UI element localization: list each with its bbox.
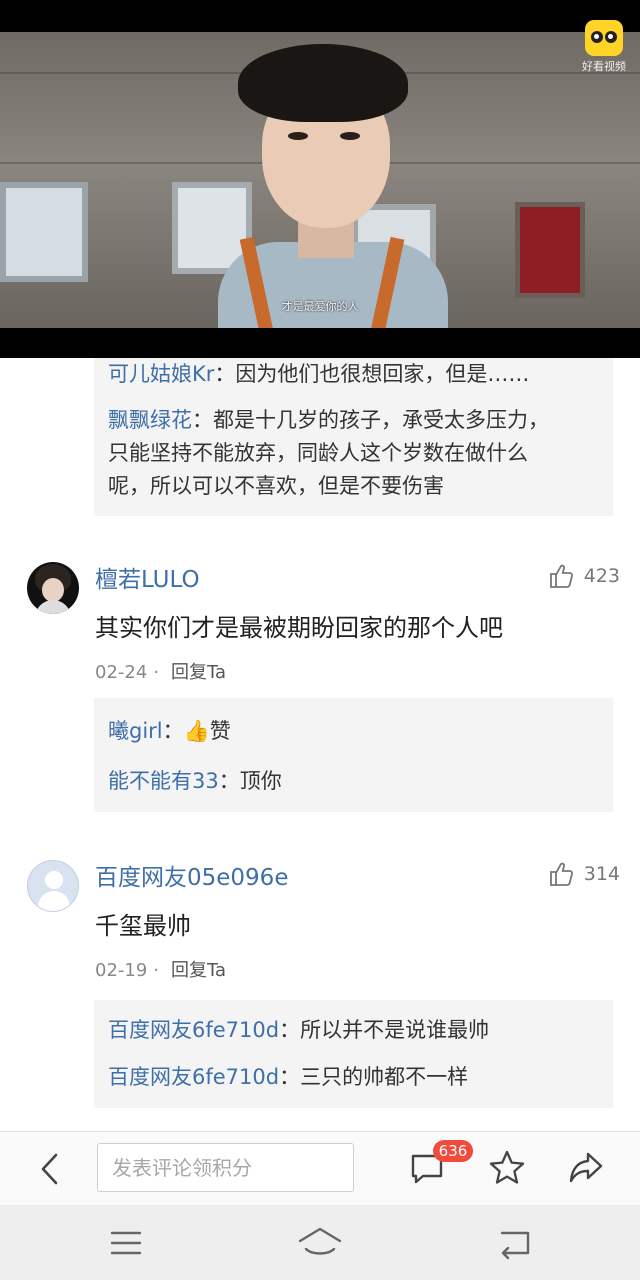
reply-text: 因为他们也很想回家，但是…… bbox=[235, 362, 530, 386]
comment-date: 02-19 bbox=[95, 960, 148, 981]
comment-item: 檀若LULO 423 其实你们才是最被期盼回家的那个人吧 02-24 · 回复Ta … bbox=[0, 552, 640, 812]
logo-text: 好看视频 bbox=[582, 60, 626, 73]
comment-input[interactable] bbox=[97, 1143, 354, 1192]
comment-date: 02-24 bbox=[95, 662, 148, 683]
comment-text: 其实你们才是最被期盼回家的那个人吧 bbox=[95, 614, 503, 642]
reply-username[interactable]: 百度网友6fe710d bbox=[108, 1065, 279, 1089]
reply-link[interactable]: 回复Ta bbox=[171, 662, 226, 683]
comment-item: 百度网友05e096e 314 千玺最帅 02-19 · 回复Ta 百度网友6fe7… bbox=[0, 852, 640, 1110]
reply-box: 曦girl：👍赞 能不能有33：顶你 bbox=[94, 698, 613, 812]
share-arrow-icon bbox=[569, 1152, 603, 1183]
menu-icon bbox=[110, 1231, 142, 1255]
video-person bbox=[218, 32, 448, 328]
avatar[interactable] bbox=[27, 562, 79, 614]
comment-count-badge: 636 bbox=[433, 1140, 473, 1162]
star-icon bbox=[489, 1150, 525, 1184]
reply-username[interactable]: 曦girl bbox=[108, 719, 163, 743]
reply-item[interactable]: 曦girl：👍赞 bbox=[108, 715, 231, 748]
menu-button[interactable] bbox=[104, 1225, 148, 1261]
reply-text: 顶你 bbox=[239, 769, 282, 793]
reply-username[interactable]: 百度网友6fe710d bbox=[108, 1018, 279, 1042]
reply-item[interactable]: 可儿姑娘Kr：因为他们也很想回家，但是…… bbox=[108, 358, 529, 391]
comment-meta: 02-24 · 回复Ta bbox=[95, 662, 227, 683]
thumbs-up-icon bbox=[549, 862, 573, 886]
video-frame[interactable]: 才是最爱你的人 bbox=[0, 32, 640, 328]
like-button[interactable]: 423 bbox=[548, 562, 620, 590]
system-nav-bar bbox=[0, 1205, 640, 1280]
back-button[interactable] bbox=[34, 1150, 68, 1188]
thumbs-up-emoji-icon: 👍 bbox=[183, 719, 210, 743]
like-count: 314 bbox=[583, 863, 620, 885]
like-count: 423 bbox=[583, 565, 620, 587]
comment-username[interactable]: 百度网友05e096e bbox=[95, 858, 288, 892]
reply-text: 所以并不是说谁最帅 bbox=[300, 1018, 490, 1042]
reply-username[interactable]: 能不能有33 bbox=[108, 769, 219, 793]
avatar[interactable] bbox=[27, 860, 79, 912]
reply-username[interactable]: 可儿姑娘Kr bbox=[108, 362, 214, 386]
comment-meta: 02-19 · 回复Ta bbox=[95, 960, 227, 981]
reply-item[interactable]: 百度网友6fe710d：所以并不是说谁最帅 bbox=[108, 1014, 489, 1047]
chevron-left-icon bbox=[41, 1153, 58, 1185]
thumbs-up-icon bbox=[549, 564, 573, 588]
reply-box: 可儿姑娘Kr：因为他们也很想回家，但是…… 飘飘绿花：都是十几岁的孩子，承受太多… bbox=[94, 358, 613, 516]
video-player[interactable]: 才是最爱你的人 好看视频 bbox=[0, 0, 640, 358]
comment-text: 千玺最帅 bbox=[95, 912, 191, 940]
reply-link[interactable]: 回复Ta bbox=[171, 960, 226, 981]
like-button[interactable]: 314 bbox=[548, 860, 620, 888]
reply-text: 都是十几岁的孩子，承受太多压力， bbox=[213, 408, 549, 432]
comment-action-bar: 636 bbox=[0, 1131, 640, 1206]
reply-item[interactable]: 能不能有33：顶你 bbox=[108, 765, 282, 798]
return-icon bbox=[500, 1231, 530, 1260]
reply-username[interactable]: 飘飘绿花 bbox=[108, 408, 192, 432]
reply-text: 三只的帅都不一样 bbox=[300, 1065, 469, 1089]
favorite-button[interactable] bbox=[487, 1148, 527, 1188]
reply-item[interactable]: 飘飘绿花：都是十几岁的孩子，承受太多压力， bbox=[108, 404, 549, 437]
comment-username[interactable]: 檀若LULO bbox=[95, 560, 200, 594]
reply-text: 赞 bbox=[209, 719, 231, 743]
background-window bbox=[0, 182, 88, 282]
reply-box: 百度网友6fe710d：所以并不是说谁最帅 百度网友6fe710d：三只的帅都不… bbox=[94, 1000, 613, 1108]
home-icon bbox=[298, 1227, 342, 1255]
share-button[interactable] bbox=[566, 1148, 606, 1188]
logo-icon bbox=[585, 20, 623, 56]
return-button[interactable] bbox=[494, 1225, 538, 1261]
reply-item[interactable]: 百度网友6fe710d：三只的帅都不一样 bbox=[108, 1061, 468, 1094]
home-button[interactable] bbox=[298, 1225, 342, 1261]
app-logo: 好看视频 bbox=[576, 20, 632, 74]
video-subtitle: 才是最爱你的人 bbox=[281, 300, 359, 313]
reply-text-line: 只能坚持不能放弃，同龄人这个岁数在做什么 bbox=[108, 441, 528, 465]
reply-text-line: 呢，所以可以不喜欢，但是不要伤害 bbox=[108, 474, 444, 498]
background-red-panel bbox=[515, 202, 585, 298]
